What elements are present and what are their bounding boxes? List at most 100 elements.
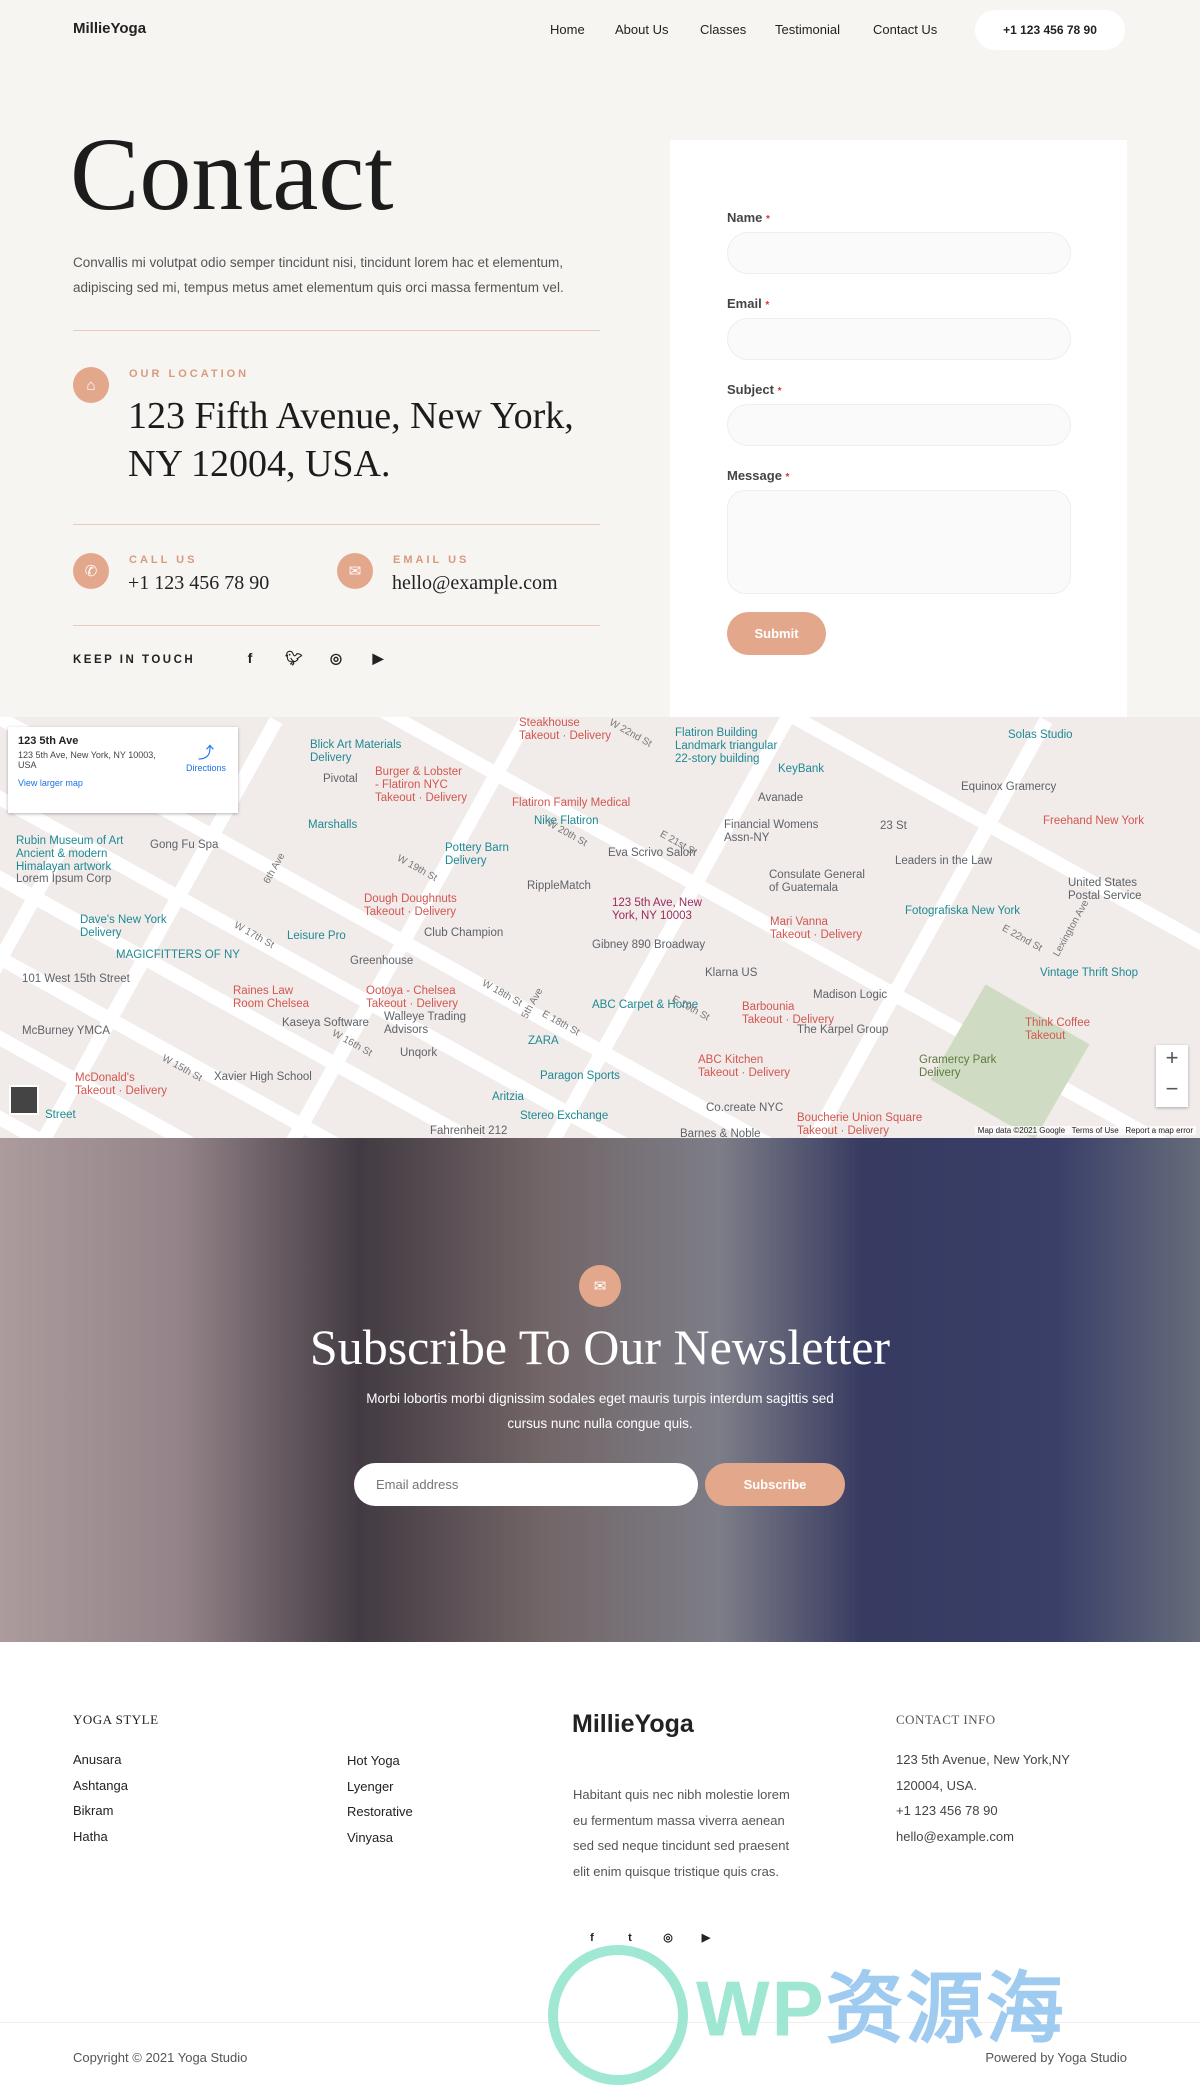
call-number[interactable]: +1 123 456 78 90 <box>128 572 269 595</box>
zoom-out-button[interactable]: − <box>1156 1076 1188 1107</box>
facebook-icon[interactable]: f <box>573 1932 611 1944</box>
map-place-label[interactable]: The Karpel Group <box>797 1024 888 1037</box>
youtube-icon[interactable]: ▶ <box>356 650 400 667</box>
subscribe-button[interactable]: Subscribe <box>705 1463 845 1506</box>
subject-input[interactable] <box>727 404 1071 446</box>
map-place-label[interactable]: Dave's New York Delivery <box>80 914 167 940</box>
phone-button[interactable]: +1 123 456 78 90 <box>975 10 1125 50</box>
message-textarea[interactable] <box>727 490 1071 594</box>
map-place-label[interactable]: Vintage Thrift Shop <box>1040 967 1138 980</box>
map-place-label[interactable]: Leaders in the Law <box>895 855 992 868</box>
view-larger-map-link[interactable]: View larger map <box>18 778 228 788</box>
map-place-label[interactable]: Fotografiska New York <box>905 905 1020 918</box>
map-place-label[interactable]: Raines Law Room Chelsea <box>233 985 309 1011</box>
map-place-label[interactable]: KeyBank <box>778 763 824 776</box>
map-place-label[interactable]: Financial Womens Assn-NY <box>724 819 818 845</box>
newsletter-email-input[interactable] <box>354 1463 698 1506</box>
footer-link[interactable]: Anusara <box>73 1747 128 1773</box>
footer-logo[interactable]: MillieYoga <box>572 1710 694 1739</box>
map-place-label[interactable]: Barnes & Noble <box>680 1128 761 1138</box>
map-place-label[interactable]: Dough Doughnuts Takeout · Delivery <box>364 893 457 919</box>
terms-link[interactable]: Terms of Use <box>1072 1126 1119 1135</box>
footer-phone[interactable]: +1 123 456 78 90 <box>896 1798 1070 1824</box>
map-place-label[interactable]: 123 5th Ave, New York, NY 10003 <box>612 897 702 923</box>
report-error-link[interactable]: Report a map error <box>1125 1126 1193 1135</box>
zoom-in-button[interactable]: + <box>1156 1045 1188 1076</box>
logo[interactable]: MillieYoga <box>73 20 146 37</box>
email-input[interactable] <box>727 318 1071 360</box>
map-place-label[interactable]: Klarna US <box>705 967 757 980</box>
map-place-label[interactable]: Paragon Sports <box>540 1070 620 1083</box>
footer-link[interactable]: Lyenger <box>347 1774 413 1800</box>
map-place-label[interactable]: Avanade <box>758 792 803 805</box>
footer-link[interactable]: Restorative <box>347 1799 413 1825</box>
name-input[interactable] <box>727 232 1071 274</box>
map-place-label[interactable]: McBurney YMCA <box>22 1025 110 1038</box>
google-map[interactable]: Blick Art Materials Delivery Pivotal Burge… <box>0 717 1200 1138</box>
map-place-label[interactable]: ZARA <box>528 1035 559 1048</box>
map-place-label[interactable]: Think Coffee Takeout <box>1025 1017 1090 1043</box>
map-place-label[interactable]: Gong Fu Spa <box>150 839 218 852</box>
map-place-label[interactable]: 101 West 15th Street <box>22 973 130 986</box>
map-place-label[interactable]: Pivotal <box>323 773 358 786</box>
nav-testimonial[interactable]: Testimonial <box>775 22 840 37</box>
footer-link[interactable]: Bikram <box>73 1798 128 1824</box>
nav-about[interactable]: About Us <box>615 22 668 37</box>
map-place-label[interactable]: Leisure Pro <box>287 930 346 943</box>
map-place-label[interactable]: McDonald's Takeout · Delivery <box>75 1072 167 1098</box>
instagram-icon[interactable]: ◎ <box>316 650 356 667</box>
map-place-label[interactable]: Flatiron Building Landmark triangular 22… <box>675 727 777 766</box>
directions-button[interactable]: ⤴ Directions <box>186 739 226 773</box>
map-place-label[interactable]: Marshalls <box>308 819 357 832</box>
map-place-label[interactable]: Fahrenheit 212 <box>430 1125 507 1138</box>
twitter-icon[interactable]: 🐦︎ <box>272 650 316 667</box>
map-place-label[interactable]: Ootoya - Chelsea Takeout · Delivery <box>366 985 458 1011</box>
facebook-icon[interactable]: f <box>228 650 272 666</box>
map-place-label[interactable]: Gramercy Park Delivery <box>919 1054 996 1080</box>
youtube-icon[interactable]: ▶ <box>687 1931 725 1944</box>
map-place-label[interactable]: Rubin Museum of Art Ancient & modern Him… <box>16 835 123 874</box>
map-place-label[interactable]: Club Champion <box>424 927 503 940</box>
map-place-label[interactable]: Stereo Exchange <box>520 1110 608 1123</box>
footer-link[interactable]: Vinyasa <box>347 1825 413 1851</box>
map-place-label[interactable]: Greenhouse <box>350 955 413 968</box>
footer-email[interactable]: hello@example.com <box>896 1824 1070 1850</box>
email-address[interactable]: hello@example.com <box>392 572 558 595</box>
map-place-label[interactable]: Aritzia <box>492 1091 524 1104</box>
map-place-label[interactable]: Street <box>45 1109 76 1122</box>
zoom-controls: + − <box>1156 1045 1188 1107</box>
satellite-toggle[interactable] <box>9 1085 39 1115</box>
map-place-label[interactable]: Gibney 890 Broadway <box>592 939 705 952</box>
map-place-label[interactable]: Unqork <box>400 1047 437 1060</box>
footer-link[interactable]: Hot Yoga <box>347 1748 413 1774</box>
footer-link[interactable]: Ashtanga <box>73 1773 128 1799</box>
map-place-label[interactable]: Solas Studio <box>1008 729 1073 742</box>
map-place-label[interactable]: Madison Logic <box>813 989 887 1002</box>
map-place-label[interactable]: Equinox Gramercy <box>961 781 1056 794</box>
map-place-label[interactable]: 23 St <box>880 820 907 833</box>
map-place-label[interactable]: Boucherie Union Square Takeout · Deliver… <box>797 1112 922 1138</box>
nav-contact[interactable]: Contact Us <box>873 22 937 37</box>
map-place-label[interactable]: Kaseya Software <box>282 1017 369 1030</box>
map-place-label[interactable]: Blick Art Materials Delivery <box>310 739 401 765</box>
map-place-label[interactable]: RippleMatch <box>527 880 591 893</box>
map-place-label[interactable]: Consulate General of Guatemala <box>769 869 865 895</box>
map-place-label[interactable]: Pottery Barn Delivery <box>445 842 509 868</box>
map-place-label[interactable]: ABC Kitchen Takeout · Delivery <box>698 1054 790 1080</box>
map-place-label[interactable]: Burger & Lobster - Flatiron NYC Takeout … <box>375 766 467 805</box>
footer-link[interactable]: Hatha <box>73 1824 128 1850</box>
map-place-label[interactable]: Mari Vanna Takeout · Delivery <box>770 916 862 942</box>
twitter-icon[interactable]: t <box>611 1932 649 1944</box>
submit-button[interactable]: Submit <box>727 612 826 655</box>
map-place-label[interactable]: Lorem Ipsum Corp <box>16 873 111 886</box>
map-place-label[interactable]: Freehand New York <box>1043 815 1144 828</box>
map-place-label[interactable]: MAGICFITTERS OF NY <box>116 949 240 962</box>
instagram-icon[interactable]: ◎ <box>649 1931 687 1944</box>
map-place-label[interactable]: Xavier High School <box>214 1071 312 1084</box>
map-place-label[interactable]: Flatiron Family Medical <box>512 797 630 810</box>
nav-home[interactable]: Home <box>550 22 585 37</box>
map-place-label[interactable]: Steakhouse Takeout · Delivery <box>519 717 611 743</box>
map-place-label[interactable]: Co.create NYC <box>706 1102 783 1115</box>
nav-classes[interactable]: Classes <box>700 22 746 37</box>
map-place-label[interactable]: Walleye Trading Advisors <box>384 1011 466 1037</box>
